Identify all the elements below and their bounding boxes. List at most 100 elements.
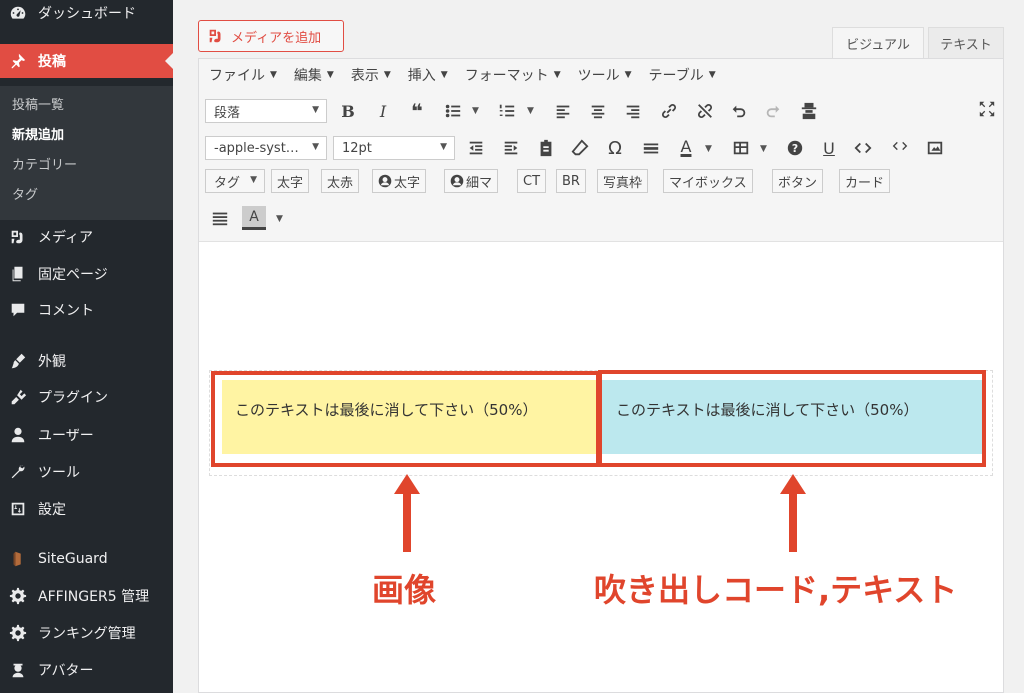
inline-code-button[interactable] — [888, 134, 912, 158]
add-media-button[interactable]: メディアを追加 — [198, 20, 344, 52]
menu-appearance[interactable]: 外観 — [0, 344, 173, 378]
menu-users[interactable]: ユーザー — [0, 418, 173, 452]
chip-card[interactable]: カード — [839, 169, 891, 193]
menu-tools[interactable]: ツール ▼ — [578, 65, 632, 85]
paste-text-button[interactable] — [534, 136, 558, 160]
menu-media[interactable]: メディア — [0, 220, 173, 254]
outdent-icon — [469, 141, 483, 155]
special-char-button[interactable]: Ω — [603, 136, 627, 160]
font-family-select[interactable]: -apple-syst… ▼ — [205, 136, 327, 160]
menu-avatar[interactable]: アバター — [0, 653, 173, 687]
menu-affinger[interactable]: AFFINGER5 管理 — [0, 579, 173, 613]
text-color-button[interactable]: A — [674, 134, 698, 158]
tag-select[interactable]: タグ ▼ — [205, 169, 265, 193]
align-right-button[interactable] — [621, 99, 645, 123]
menu-posts[interactable]: 投稿 — [0, 44, 173, 78]
spy-mascot-button[interactable] — [797, 99, 821, 123]
insert-image-button[interactable] — [923, 136, 947, 160]
chip-user-thin-label: 細マ — [466, 175, 493, 191]
menu-posts-label: 投稿 — [38, 54, 66, 70]
clear-format-button[interactable] — [568, 136, 592, 160]
menu-insert[interactable]: 挿入 ▼ — [408, 65, 448, 85]
menu-ranking[interactable]: ランキング管理 — [0, 616, 173, 650]
code-button[interactable] — [851, 136, 875, 160]
align-center-button[interactable] — [586, 99, 610, 123]
italic-button[interactable]: I — [371, 99, 395, 123]
tab-visual[interactable]: ビジュアル — [832, 27, 924, 59]
gear-icon — [8, 623, 28, 643]
menu-format[interactable]: フォーマット ▼ — [465, 65, 561, 85]
submenu-tags[interactable]: タグ — [12, 184, 38, 203]
numbered-list-button[interactable] — [495, 99, 519, 123]
menu-dashboard[interactable]: ダッシュボード — [0, 0, 173, 30]
menu-comments[interactable]: コメント — [0, 293, 173, 327]
caret-down-icon[interactable]: ▼ — [472, 106, 479, 116]
chip-button[interactable]: ボタン — [772, 169, 824, 193]
bold-button[interactable]: B — [336, 99, 360, 123]
chip-my-box[interactable]: マイボックス — [663, 169, 753, 193]
user-circle-icon — [450, 174, 464, 188]
outdent-button[interactable] — [464, 136, 488, 160]
chip-bold[interactable]: 太字 — [271, 169, 310, 193]
table-icon — [733, 141, 749, 155]
add-media-label: メディアを追加 — [231, 30, 322, 46]
background-color-button[interactable]: A — [242, 206, 266, 230]
font-size-select[interactable]: 12pt ▼ — [333, 136, 455, 160]
media-icon — [8, 227, 28, 247]
menu-pages[interactable]: 固定ページ — [0, 257, 173, 291]
undo-button[interactable] — [727, 99, 751, 123]
menu-ranking-label: ランキング管理 — [38, 626, 136, 642]
highlight-box-left — [211, 371, 600, 467]
menu-plugins[interactable]: プラグイン — [0, 380, 173, 414]
menu-appearance-label: 外観 — [38, 354, 66, 370]
editor-menubar: ファイル ▼ 編集 ▼ 表示 ▼ 挿入 ▼ フォーマット ▼ ツール ▼ テーブル ▼ — [209, 65, 733, 85]
brush-icon — [8, 351, 28, 371]
plugin-icon — [8, 387, 28, 407]
submenu-categories[interactable]: カテゴリー — [12, 154, 77, 173]
caret-down-icon: ▼ — [708, 70, 716, 80]
caret-down-icon: ▼ — [270, 70, 277, 80]
align-left-button[interactable] — [551, 99, 575, 123]
help-button[interactable]: ? — [783, 136, 807, 160]
link-button[interactable] — [657, 99, 681, 123]
caret-down-icon[interactable]: ▼ — [760, 144, 767, 154]
caret-down-icon[interactable]: ▼ — [276, 214, 283, 224]
menu-file[interactable]: ファイル ▼ — [209, 65, 277, 85]
blockquote-button[interactable]: ❝ — [405, 99, 429, 123]
chip-ct[interactable]: CT — [517, 169, 547, 193]
menu-tools[interactable]: ツール — [0, 455, 173, 489]
caret-down-icon: ▼ — [383, 70, 391, 80]
redo-button[interactable] — [761, 99, 785, 123]
unlink-button[interactable] — [693, 99, 717, 123]
justify-button[interactable] — [208, 206, 232, 230]
menu-siteguard[interactable]: SiteGuard — [0, 542, 173, 576]
chip-user-bold[interactable]: 太字 — [372, 169, 427, 193]
menu-comments-label: コメント — [38, 303, 94, 319]
menu-table[interactable]: テーブル ▼ — [649, 65, 716, 85]
submenu-all-posts[interactable]: 投稿一覧 — [12, 94, 64, 113]
caret-down-icon[interactable]: ▼ — [705, 144, 712, 154]
tab-text[interactable]: テキスト — [928, 27, 1004, 59]
submenu-add-new[interactable]: 新規追加 — [12, 124, 64, 143]
annotation-label-balloon: 吹き出しコード,テキスト — [594, 571, 958, 609]
chip-user-thin[interactable]: 細マ — [444, 169, 499, 193]
chip-photo-frame[interactable]: 写真枠 — [597, 169, 649, 193]
inline-code-icon — [892, 141, 908, 151]
menu-settings[interactable]: 設定 — [0, 492, 173, 526]
help-icon: ? — [787, 140, 803, 156]
caret-down-icon: ▼ — [250, 175, 257, 185]
chip-bold-red[interactable]: 太赤 — [321, 169, 360, 193]
underline-button[interactable]: U — [817, 136, 841, 160]
indent-button[interactable] — [499, 136, 523, 160]
fullscreen-button[interactable] — [975, 97, 999, 121]
menu-edit[interactable]: 編集 ▼ — [294, 65, 334, 85]
posts-submenu: 投稿一覧 新規追加 カテゴリー タグ — [0, 86, 173, 220]
chip-br[interactable]: BR — [556, 169, 586, 193]
format-select[interactable]: 段落 ▼ — [205, 99, 327, 123]
caret-down-icon[interactable]: ▼ — [527, 106, 534, 116]
bullet-list-button[interactable] — [441, 99, 465, 123]
chip-button-label: ボタン — [778, 175, 818, 191]
menu-view[interactable]: 表示 ▼ — [351, 65, 391, 85]
table-button[interactable] — [729, 136, 753, 160]
horizontal-rule-button[interactable] — [639, 136, 663, 160]
